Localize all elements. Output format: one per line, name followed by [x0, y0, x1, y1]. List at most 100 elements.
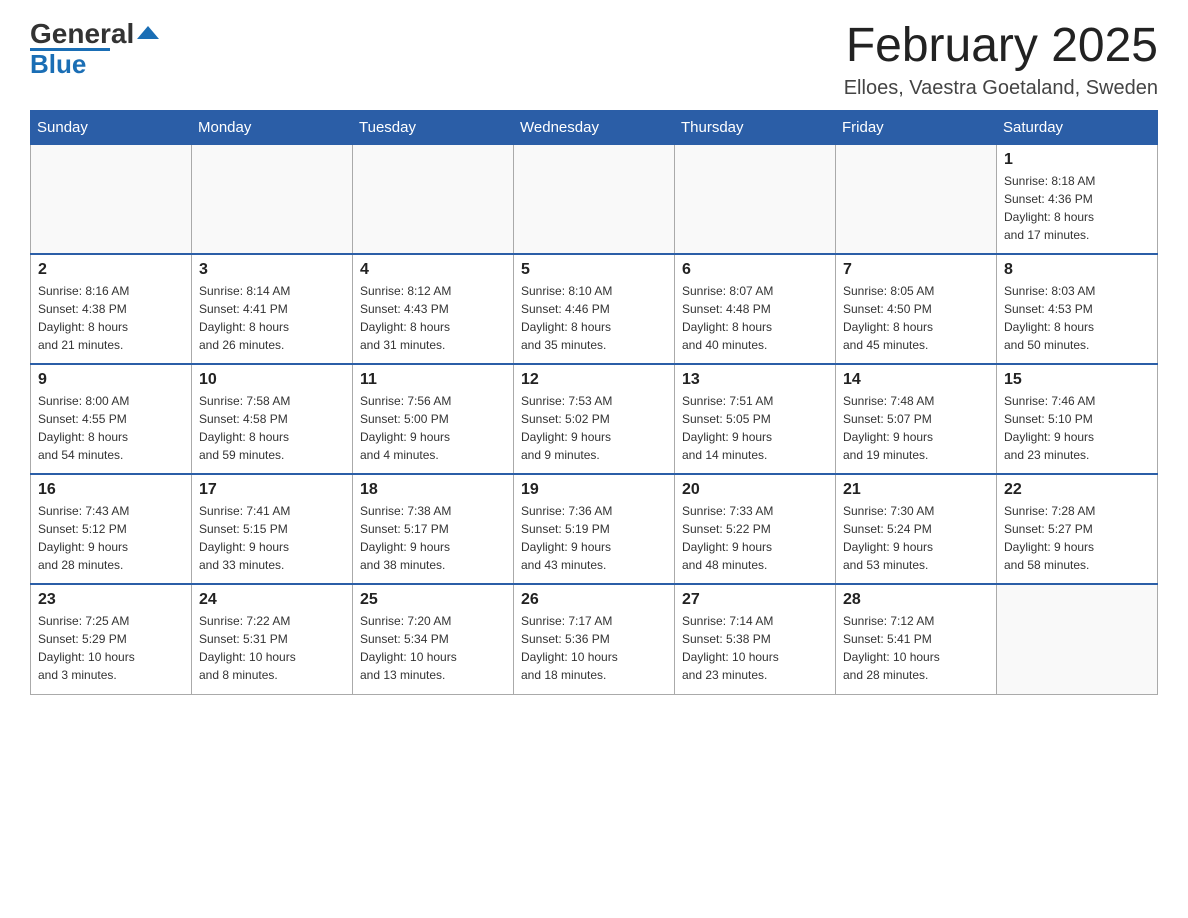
day-info: Sunrise: 7:56 AM Sunset: 5:00 PM Dayligh… — [360, 392, 506, 464]
day-number: 24 — [199, 591, 345, 609]
day-info: Sunrise: 7:22 AM Sunset: 5:31 PM Dayligh… — [199, 612, 345, 684]
day-number: 6 — [682, 261, 828, 279]
calendar-cell: 26 Sunrise: 7:17 AM Sunset: 5:36 PM Dayli… — [514, 584, 675, 694]
day-info: Sunrise: 7:46 AM Sunset: 5:10 PM Dayligh… — [1004, 392, 1150, 464]
weekday-header-monday: Monday — [192, 110, 353, 144]
day-info: Sunrise: 8:18 AM Sunset: 4:36 PM Dayligh… — [1004, 172, 1150, 244]
day-info: Sunrise: 7:25 AM Sunset: 5:29 PM Dayligh… — [38, 612, 184, 684]
day-number: 8 — [1004, 261, 1150, 279]
calendar-cell: 4 Sunrise: 8:12 AM Sunset: 4:43 PM Daylig… — [353, 254, 514, 364]
calendar-cell: 7 Sunrise: 8:05 AM Sunset: 4:50 PM Daylig… — [836, 254, 997, 364]
calendar-cell: 28Sunrise: 7:12 AM Sunset: 5:41 PM Dayli… — [836, 584, 997, 694]
calendar-cell: 2Sunrise: 8:16 AM Sunset: 4:38 PM Daylig… — [31, 254, 192, 364]
calendar-cell: 6 Sunrise: 8:07 AM Sunset: 4:48 PM Daylig… — [675, 254, 836, 364]
day-number: 5 — [521, 261, 667, 279]
day-number: 25 — [360, 591, 506, 609]
calendar-cell: 15 Sunrise: 7:46 AM Sunset: 5:10 PM Dayli… — [997, 364, 1158, 474]
day-info: Sunrise: 8:14 AM Sunset: 4:41 PM Dayligh… — [199, 282, 345, 354]
calendar-cell: 23 Sunrise: 7:25 AM Sunset: 5:29 PM Dayli… — [31, 584, 192, 694]
calendar-cell: 20 Sunrise: 7:33 AM Sunset: 5:22 PM Dayli… — [675, 474, 836, 584]
location-text: Elloes, Vaestra Goetaland, Sweden — [844, 77, 1158, 100]
day-info: Sunrise: 7:53 AM Sunset: 5:02 PM Dayligh… — [521, 392, 667, 464]
calendar-cell — [675, 144, 836, 254]
calendar-cell — [997, 584, 1158, 694]
day-number: 20 — [682, 481, 828, 499]
calendar-week-row: 2Sunrise: 8:16 AM Sunset: 4:38 PM Daylig… — [31, 254, 1158, 364]
weekday-header-sunday: Sunday — [31, 110, 192, 144]
calendar-cell: 8 Sunrise: 8:03 AM Sunset: 4:53 PM Daylig… — [997, 254, 1158, 364]
day-number: 16 — [38, 481, 184, 499]
calendar-cell — [836, 144, 997, 254]
logo-text-general: General — [30, 20, 134, 48]
day-number: 26 — [521, 591, 667, 609]
day-info: Sunrise: 7:38 AM Sunset: 5:17 PM Dayligh… — [360, 502, 506, 574]
weekday-header-thursday: Thursday — [675, 110, 836, 144]
day-info: Sunrise: 7:28 AM Sunset: 5:27 PM Dayligh… — [1004, 502, 1150, 574]
calendar-cell: 1 Sunrise: 8:18 AM Sunset: 4:36 PM Daylig… — [997, 144, 1158, 254]
day-info: Sunrise: 7:43 AM Sunset: 5:12 PM Dayligh… — [38, 502, 184, 574]
calendar-cell: 3 Sunrise: 8:14 AM Sunset: 4:41 PM Daylig… — [192, 254, 353, 364]
day-info: Sunrise: 8:05 AM Sunset: 4:50 PM Dayligh… — [843, 282, 989, 354]
calendar-cell: 14Sunrise: 7:48 AM Sunset: 5:07 PM Dayli… — [836, 364, 997, 474]
day-info: Sunrise: 8:00 AM Sunset: 4:55 PM Dayligh… — [38, 392, 184, 464]
calendar-cell — [353, 144, 514, 254]
day-number: 18 — [360, 481, 506, 499]
day-info: Sunrise: 7:41 AM Sunset: 5:15 PM Dayligh… — [199, 502, 345, 574]
day-info: Sunrise: 8:10 AM Sunset: 4:46 PM Dayligh… — [521, 282, 667, 354]
calendar-cell: 24 Sunrise: 7:22 AM Sunset: 5:31 PM Dayli… — [192, 584, 353, 694]
day-number: 10 — [199, 371, 345, 389]
weekday-header-saturday: Saturday — [997, 110, 1158, 144]
day-number: 1 — [1004, 151, 1150, 169]
calendar-week-row: 23 Sunrise: 7:25 AM Sunset: 5:29 PM Dayli… — [31, 584, 1158, 694]
calendar-cell: 25 Sunrise: 7:20 AM Sunset: 5:34 PM Dayli… — [353, 584, 514, 694]
day-number: 21 — [843, 481, 989, 499]
calendar-table: SundayMondayTuesdayWednesdayThursdayFrid… — [30, 110, 1158, 695]
day-info: Sunrise: 7:20 AM Sunset: 5:34 PM Dayligh… — [360, 612, 506, 684]
day-number: 19 — [521, 481, 667, 499]
day-info: Sunrise: 8:16 AM Sunset: 4:38 PM Dayligh… — [38, 282, 184, 354]
calendar-cell: 18 Sunrise: 7:38 AM Sunset: 5:17 PM Dayli… — [353, 474, 514, 584]
day-number: 3 — [199, 261, 345, 279]
calendar-week-row: 9 Sunrise: 8:00 AM Sunset: 4:55 PM Daylig… — [31, 364, 1158, 474]
weekday-header-tuesday: Tuesday — [353, 110, 514, 144]
day-number: 11 — [360, 371, 506, 389]
day-number: 13 — [682, 371, 828, 389]
calendar-week-row: 1 Sunrise: 8:18 AM Sunset: 4:36 PM Daylig… — [31, 144, 1158, 254]
calendar-cell — [31, 144, 192, 254]
day-info: Sunrise: 7:12 AM Sunset: 5:41 PM Dayligh… — [843, 612, 989, 684]
page-header: General Blue February 2025 Elloes, Vaest… — [30, 20, 1158, 100]
day-number: 4 — [360, 261, 506, 279]
day-number: 27 — [682, 591, 828, 609]
day-info: Sunrise: 8:07 AM Sunset: 4:48 PM Dayligh… — [682, 282, 828, 354]
month-title: February 2025 — [844, 20, 1158, 73]
calendar-cell: 27 Sunrise: 7:14 AM Sunset: 5:38 PM Dayli… — [675, 584, 836, 694]
day-number: 23 — [38, 591, 184, 609]
calendar-week-row: 16 Sunrise: 7:43 AM Sunset: 5:12 PM Dayli… — [31, 474, 1158, 584]
day-info: Sunrise: 8:12 AM Sunset: 4:43 PM Dayligh… — [360, 282, 506, 354]
day-info: Sunrise: 7:51 AM Sunset: 5:05 PM Dayligh… — [682, 392, 828, 464]
weekday-header-friday: Friday — [836, 110, 997, 144]
calendar-cell: 17 Sunrise: 7:41 AM Sunset: 5:15 PM Dayli… — [192, 474, 353, 584]
day-number: 7 — [843, 261, 989, 279]
day-info: Sunrise: 7:17 AM Sunset: 5:36 PM Dayligh… — [521, 612, 667, 684]
day-number: 17 — [199, 481, 345, 499]
day-info: Sunrise: 8:03 AM Sunset: 4:53 PM Dayligh… — [1004, 282, 1150, 354]
day-info: Sunrise: 7:14 AM Sunset: 5:38 PM Dayligh… — [682, 612, 828, 684]
calendar-cell: 11 Sunrise: 7:56 AM Sunset: 5:00 PM Dayli… — [353, 364, 514, 474]
title-block: February 2025 Elloes, Vaestra Goetaland,… — [844, 20, 1158, 100]
day-info: Sunrise: 7:33 AM Sunset: 5:22 PM Dayligh… — [682, 502, 828, 574]
logo-arrow-icon — [137, 26, 159, 39]
calendar-cell: 22 Sunrise: 7:28 AM Sunset: 5:27 PM Dayli… — [997, 474, 1158, 584]
calendar-cell: 13 Sunrise: 7:51 AM Sunset: 5:05 PM Dayli… — [675, 364, 836, 474]
day-info: Sunrise: 7:36 AM Sunset: 5:19 PM Dayligh… — [521, 502, 667, 574]
day-info: Sunrise: 7:30 AM Sunset: 5:24 PM Dayligh… — [843, 502, 989, 574]
calendar-cell: 12Sunrise: 7:53 AM Sunset: 5:02 PM Dayli… — [514, 364, 675, 474]
calendar-cell: 5 Sunrise: 8:10 AM Sunset: 4:46 PM Daylig… — [514, 254, 675, 364]
calendar-cell: 9 Sunrise: 8:00 AM Sunset: 4:55 PM Daylig… — [31, 364, 192, 474]
day-number: 14 — [843, 371, 989, 389]
day-number: 22 — [1004, 481, 1150, 499]
calendar-cell: 19 Sunrise: 7:36 AM Sunset: 5:19 PM Dayli… — [514, 474, 675, 584]
calendar-cell — [514, 144, 675, 254]
day-number: 9 — [38, 371, 184, 389]
day-number: 15 — [1004, 371, 1150, 389]
